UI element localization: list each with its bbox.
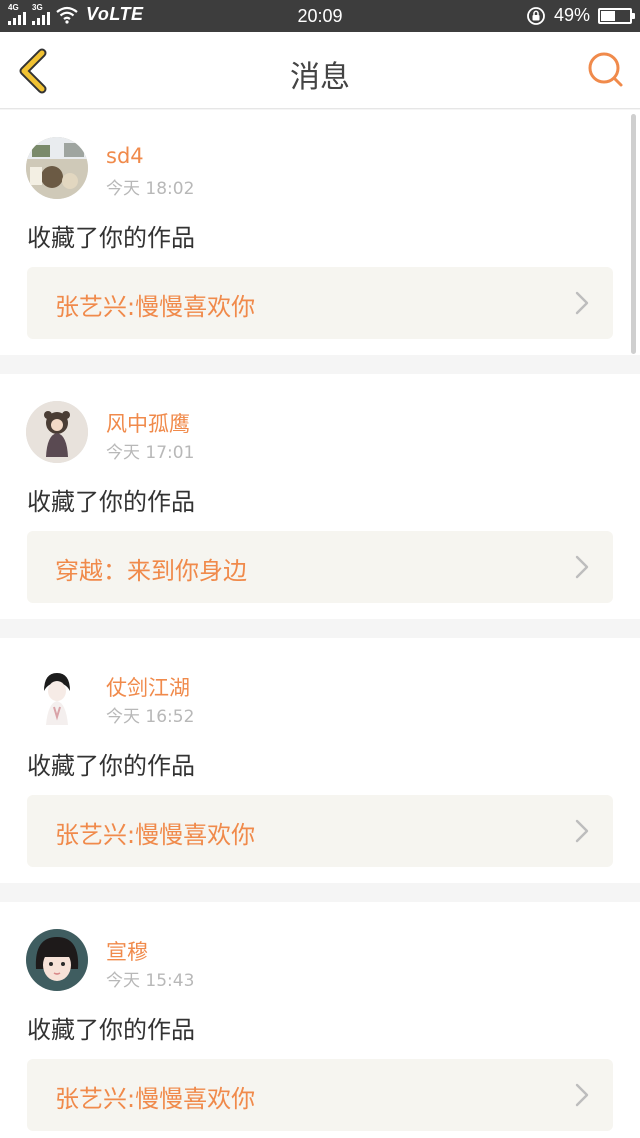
message-card: sd4 今天 18:02 收藏了你的作品 张艺兴:慢慢喜欢你 (0, 110, 640, 355)
battery-icon (598, 7, 635, 24)
chevron-right-icon (575, 1083, 589, 1107)
avatar[interactable] (26, 137, 88, 199)
message-action-text: 收藏了你的作品 (27, 1016, 195, 1044)
message-time: 今天 17:01 (106, 443, 195, 463)
message-action-text: 收藏了你的作品 (27, 224, 195, 252)
message-list: sd4 今天 18:02 收藏了你的作品 张艺兴:慢慢喜欢你 风中孤鹰 今天 1… (0, 110, 640, 1138)
username-link[interactable]: 风中孤鹰 (106, 408, 190, 438)
avatar[interactable] (26, 665, 88, 727)
page-title: 消息 (290, 60, 350, 95)
work-link[interactable]: 张艺兴:慢慢喜欢你 (27, 1059, 613, 1131)
message-action-text: 收藏了你的作品 (27, 488, 195, 516)
message-time: 今天 16:52 (106, 707, 195, 727)
rotation-lock-icon (527, 6, 545, 25)
work-title: 张艺兴:慢慢喜欢你 (55, 1085, 256, 1113)
status-bar: 4G 3G VoLTE 20:09 49% (0, 0, 640, 32)
work-title: 张艺兴:慢慢喜欢你 (55, 821, 256, 849)
avatar[interactable] (26, 929, 88, 991)
avatar[interactable] (26, 401, 88, 463)
work-link[interactable]: 张艺兴:慢慢喜欢你 (27, 267, 613, 339)
work-link[interactable]: 张艺兴:慢慢喜欢你 (27, 795, 613, 867)
message-time: 今天 18:02 (106, 179, 195, 199)
username-link[interactable]: sd4 (106, 144, 144, 168)
chevron-right-icon (575, 819, 589, 843)
battery-fill (601, 10, 615, 21)
work-title: 张艺兴:慢慢喜欢你 (55, 293, 256, 321)
chevron-right-icon (575, 555, 589, 579)
message-card: 宣穆 今天 15:43 收藏了你的作品 张艺兴:慢慢喜欢你 (0, 902, 640, 1138)
search-button[interactable] (586, 50, 626, 90)
message-time: 今天 15:43 (106, 971, 195, 991)
scrollbar[interactable] (631, 114, 636, 354)
work-title: 穿越：来到你身边 (55, 557, 247, 585)
search-icon (588, 52, 623, 87)
status-right: 49% (526, 5, 635, 26)
battery-percent: 49% (553, 5, 590, 25)
chevron-right-icon (575, 291, 589, 315)
work-link[interactable]: 穿越：来到你身边 (27, 531, 613, 603)
username-link[interactable]: 宣穆 (106, 936, 148, 966)
message-card: 风中孤鹰 今天 17:01 收藏了你的作品 穿越：来到你身边 (0, 374, 640, 619)
message-action-text: 收藏了你的作品 (27, 752, 195, 780)
app-header: 消息 (0, 32, 640, 109)
username-link[interactable]: 仗剑江湖 (106, 672, 190, 702)
message-card: 仗剑江湖 今天 16:52 收藏了你的作品 张艺兴:慢慢喜欢你 (0, 638, 640, 883)
